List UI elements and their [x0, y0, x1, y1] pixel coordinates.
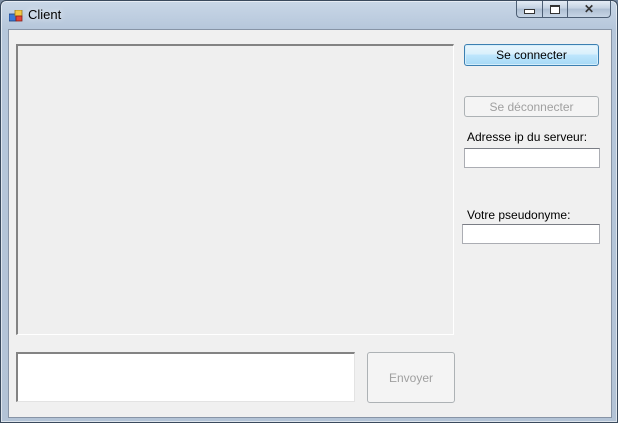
- message-input[interactable]: [16, 352, 355, 402]
- minimize-icon: [524, 9, 535, 14]
- nickname-field[interactable]: [462, 224, 600, 244]
- send-button[interactable]: Envoyer: [367, 352, 455, 403]
- server-ip-input[interactable]: [465, 149, 599, 167]
- caption-buttons: ✕: [516, 1, 611, 19]
- minimize-button[interactable]: [516, 1, 542, 18]
- close-icon: ✕: [583, 2, 595, 16]
- close-button[interactable]: ✕: [567, 1, 611, 18]
- client-area: Envoyer Se connecter Se déconnecter Adre…: [8, 29, 612, 418]
- disconnect-button[interactable]: Se déconnecter: [464, 96, 599, 117]
- maximize-button[interactable]: [542, 1, 567, 18]
- window-title: Client: [28, 7, 62, 22]
- connect-button[interactable]: Se connecter: [464, 44, 599, 66]
- nickname-input[interactable]: [463, 225, 599, 243]
- client-window: Client ✕ Envoyer Se connecter Se déconne…: [0, 0, 618, 423]
- title-bar[interactable]: Client ✕: [1, 1, 617, 29]
- nickname-label: Votre pseudonyme:: [467, 208, 571, 222]
- maximize-icon: [550, 4, 560, 14]
- server-ip-label: Adresse ip du serveur:: [467, 130, 588, 144]
- chat-messages-area[interactable]: [16, 44, 454, 335]
- server-ip-field[interactable]: [464, 148, 600, 168]
- app-window-icon: [8, 9, 23, 22]
